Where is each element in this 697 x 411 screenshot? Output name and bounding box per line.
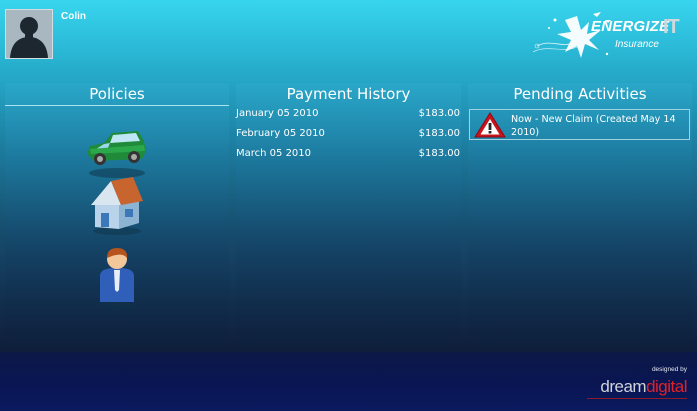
car-icon bbox=[87, 131, 146, 178]
payment-date: February 05 2010 bbox=[236, 128, 325, 139]
logo-word-energize: ENERGIZE bbox=[591, 18, 670, 35]
avatar[interactable] bbox=[5, 9, 53, 59]
pending-activity-item[interactable]: Now - New Claim (Created May 14 2010) bbox=[469, 109, 690, 140]
pending-activities-panel: Pending Activities Now - New Claim (Crea… bbox=[468, 83, 692, 351]
payment-amount: $183.00 bbox=[418, 148, 460, 159]
warning-icon bbox=[474, 112, 506, 138]
brand-part-dream: dream bbox=[600, 377, 647, 396]
payment-history-panel: Payment History January 05 2010 $183.00 … bbox=[236, 83, 461, 351]
designed-by-label: designed by bbox=[651, 366, 687, 373]
policies-title: Policies bbox=[5, 83, 229, 106]
person-icon bbox=[99, 248, 135, 310]
home-policy-button[interactable] bbox=[5, 175, 229, 237]
pending-activity-text: Now - New Claim (Created May 14 2010) bbox=[511, 114, 676, 138]
house-icon bbox=[91, 177, 143, 235]
energizeit-logo: ENERGIZE IT Insurance bbox=[527, 8, 692, 62]
footer-band bbox=[0, 352, 697, 411]
payment-row[interactable]: February 05 2010 $183.00 bbox=[236, 124, 461, 144]
user-name[interactable]: Colin bbox=[61, 11, 86, 22]
logo-word-it: IT bbox=[663, 16, 680, 38]
payment-row[interactable]: January 05 2010 $183.00 bbox=[236, 104, 461, 124]
dreamdigital-logo[interactable]: dreamdigital bbox=[600, 377, 687, 397]
car-policy-button[interactable] bbox=[5, 121, 229, 181]
payment-amount: $183.00 bbox=[418, 108, 460, 119]
brand-part-digital: digital bbox=[646, 377, 687, 396]
logo-subtitle: Insurance bbox=[615, 39, 659, 50]
policies-panel: Policies bbox=[5, 83, 229, 351]
payment-amount: $183.00 bbox=[418, 128, 460, 139]
life-policy-button[interactable] bbox=[5, 246, 229, 312]
brand-underline bbox=[587, 398, 687, 399]
payment-history-title: Payment History bbox=[286, 85, 411, 103]
pending-activities-title: Pending Activities bbox=[513, 85, 647, 103]
payment-row[interactable]: March 05 2010 $183.00 bbox=[236, 144, 461, 164]
payment-date: January 05 2010 bbox=[236, 108, 319, 119]
payment-date: March 05 2010 bbox=[236, 148, 312, 159]
payment-list: January 05 2010 $183.00 February 05 2010… bbox=[236, 104, 461, 164]
